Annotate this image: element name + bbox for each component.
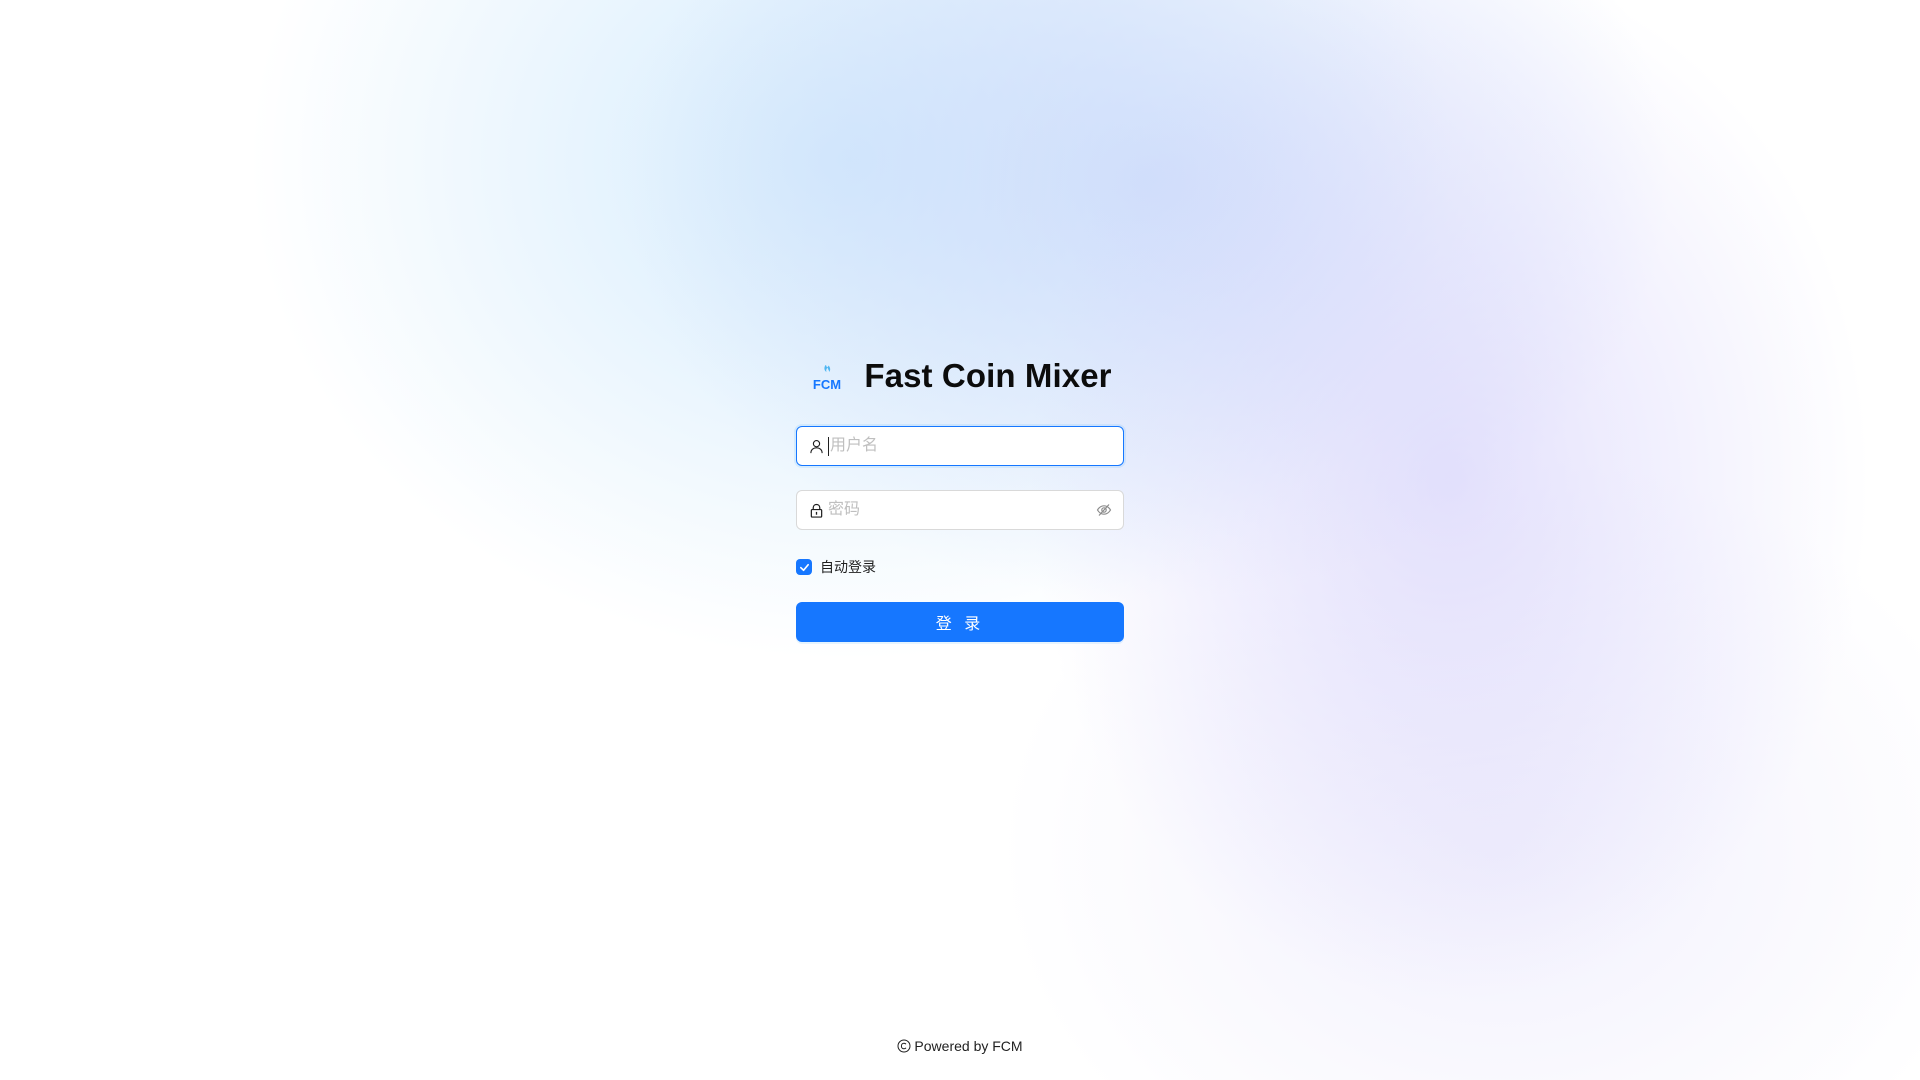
password-field[interactable] [796,490,1124,530]
svg-text:FCM: FCM [813,377,841,392]
brand-header: FCM Fast Coin Mixer [796,352,1124,400]
footer-text: Powered by FCM [914,1038,1023,1054]
username-field[interactable] [796,426,1124,466]
username-input[interactable] [830,434,1112,458]
app-title: Fast Coin Mixer [864,357,1112,394]
lock-icon [808,502,824,518]
user-icon [808,438,824,454]
password-input[interactable] [828,498,1096,522]
auto-login-label[interactable]: 自动登录 [820,557,876,577]
login-panel: FCM Fast Coin Mixer 用户名 自动登录 登 录 [796,352,1124,642]
copyright-icon [897,1039,911,1053]
login-button[interactable]: 登 录 [796,602,1124,642]
auto-login-option[interactable]: 自动登录 [796,555,1124,579]
text-cursor [828,436,829,456]
footer: Powered by FCM [0,1038,1920,1054]
eye-invisible-icon[interactable] [1096,502,1112,518]
auto-login-checkbox[interactable] [796,559,812,575]
fcm-logo: FCM [808,358,846,394]
